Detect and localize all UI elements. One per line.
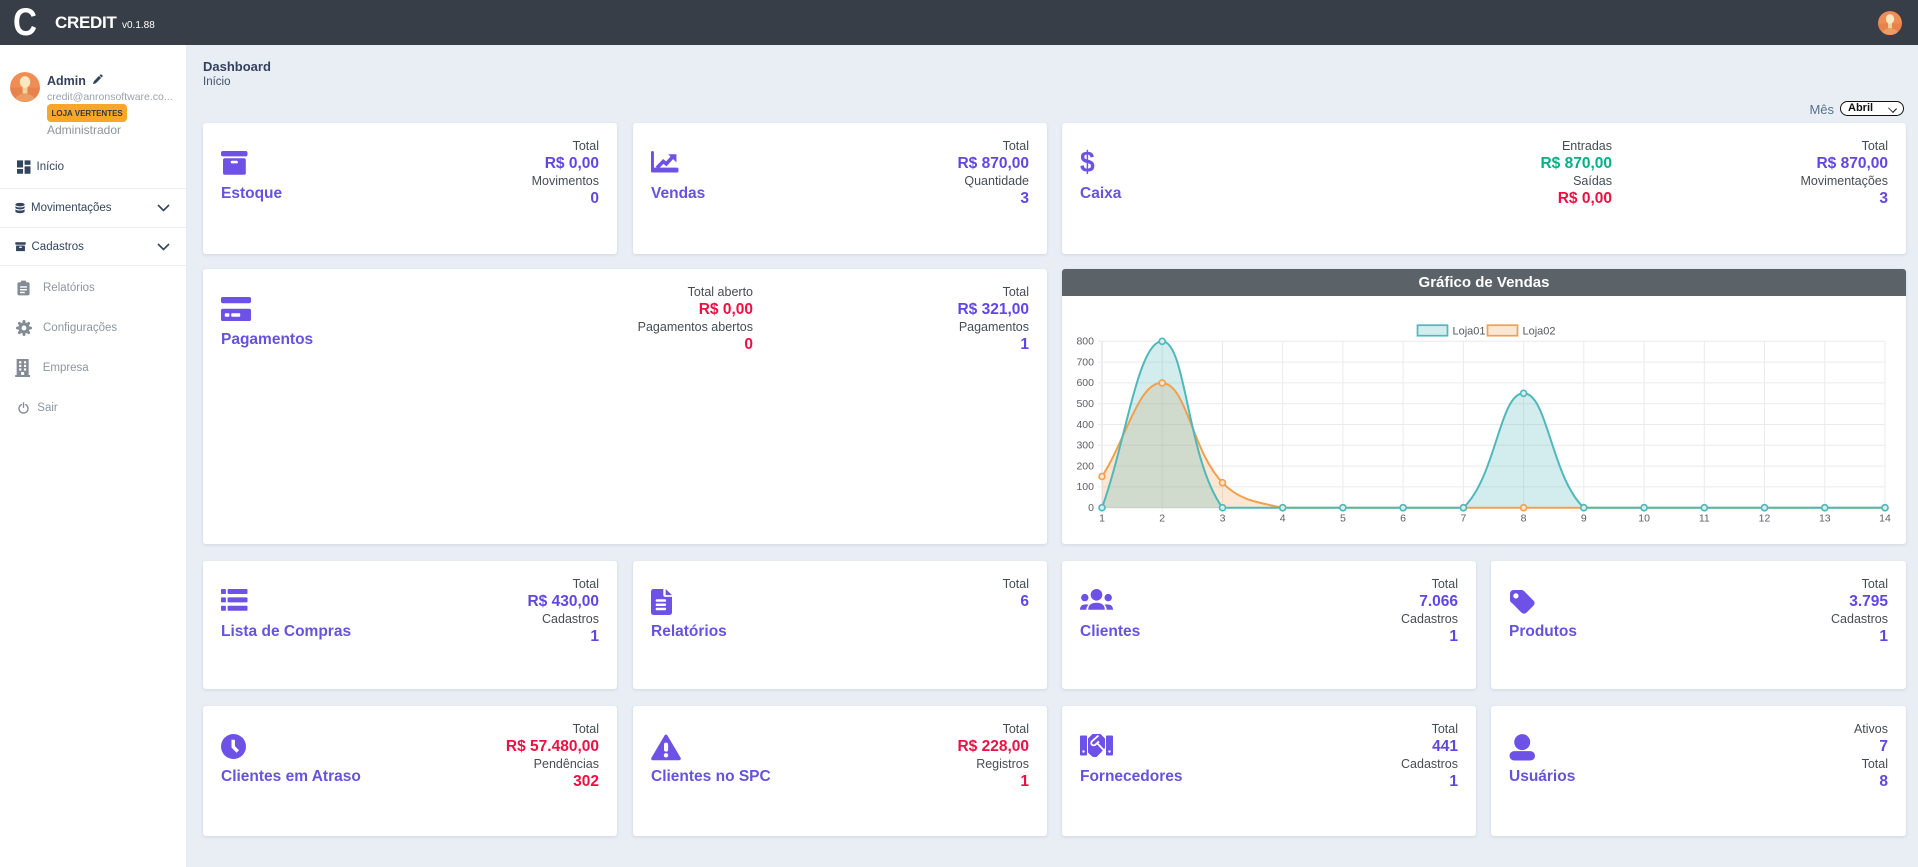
svg-text:100: 100	[1076, 481, 1094, 493]
svg-text:600: 600	[1076, 377, 1094, 389]
svg-text:700: 700	[1076, 356, 1094, 368]
svg-text:13: 13	[1819, 513, 1831, 525]
svg-text:0: 0	[1088, 502, 1094, 514]
svg-text:500: 500	[1076, 398, 1094, 410]
svg-text:11: 11	[1699, 513, 1710, 525]
svg-text:400: 400	[1076, 419, 1094, 431]
svg-text:10: 10	[1638, 513, 1650, 525]
svg-text:3: 3	[1220, 513, 1226, 525]
svg-text:4: 4	[1280, 513, 1286, 525]
svg-text:14: 14	[1879, 513, 1891, 525]
svg-text:800: 800	[1076, 336, 1094, 348]
svg-text:6: 6	[1400, 513, 1406, 525]
svg-text:Loja01: Loja01	[1453, 326, 1486, 338]
svg-text:2: 2	[1159, 513, 1165, 525]
svg-text:Loja02: Loja02	[1523, 326, 1556, 338]
svg-text:9: 9	[1581, 513, 1587, 525]
svg-text:7: 7	[1460, 513, 1466, 525]
svg-text:5: 5	[1340, 513, 1346, 525]
svg-text:200: 200	[1076, 460, 1094, 472]
svg-text:1: 1	[1099, 513, 1105, 525]
svg-text:300: 300	[1076, 440, 1094, 452]
svg-text:12: 12	[1759, 513, 1771, 525]
svg-text:8: 8	[1521, 513, 1527, 525]
